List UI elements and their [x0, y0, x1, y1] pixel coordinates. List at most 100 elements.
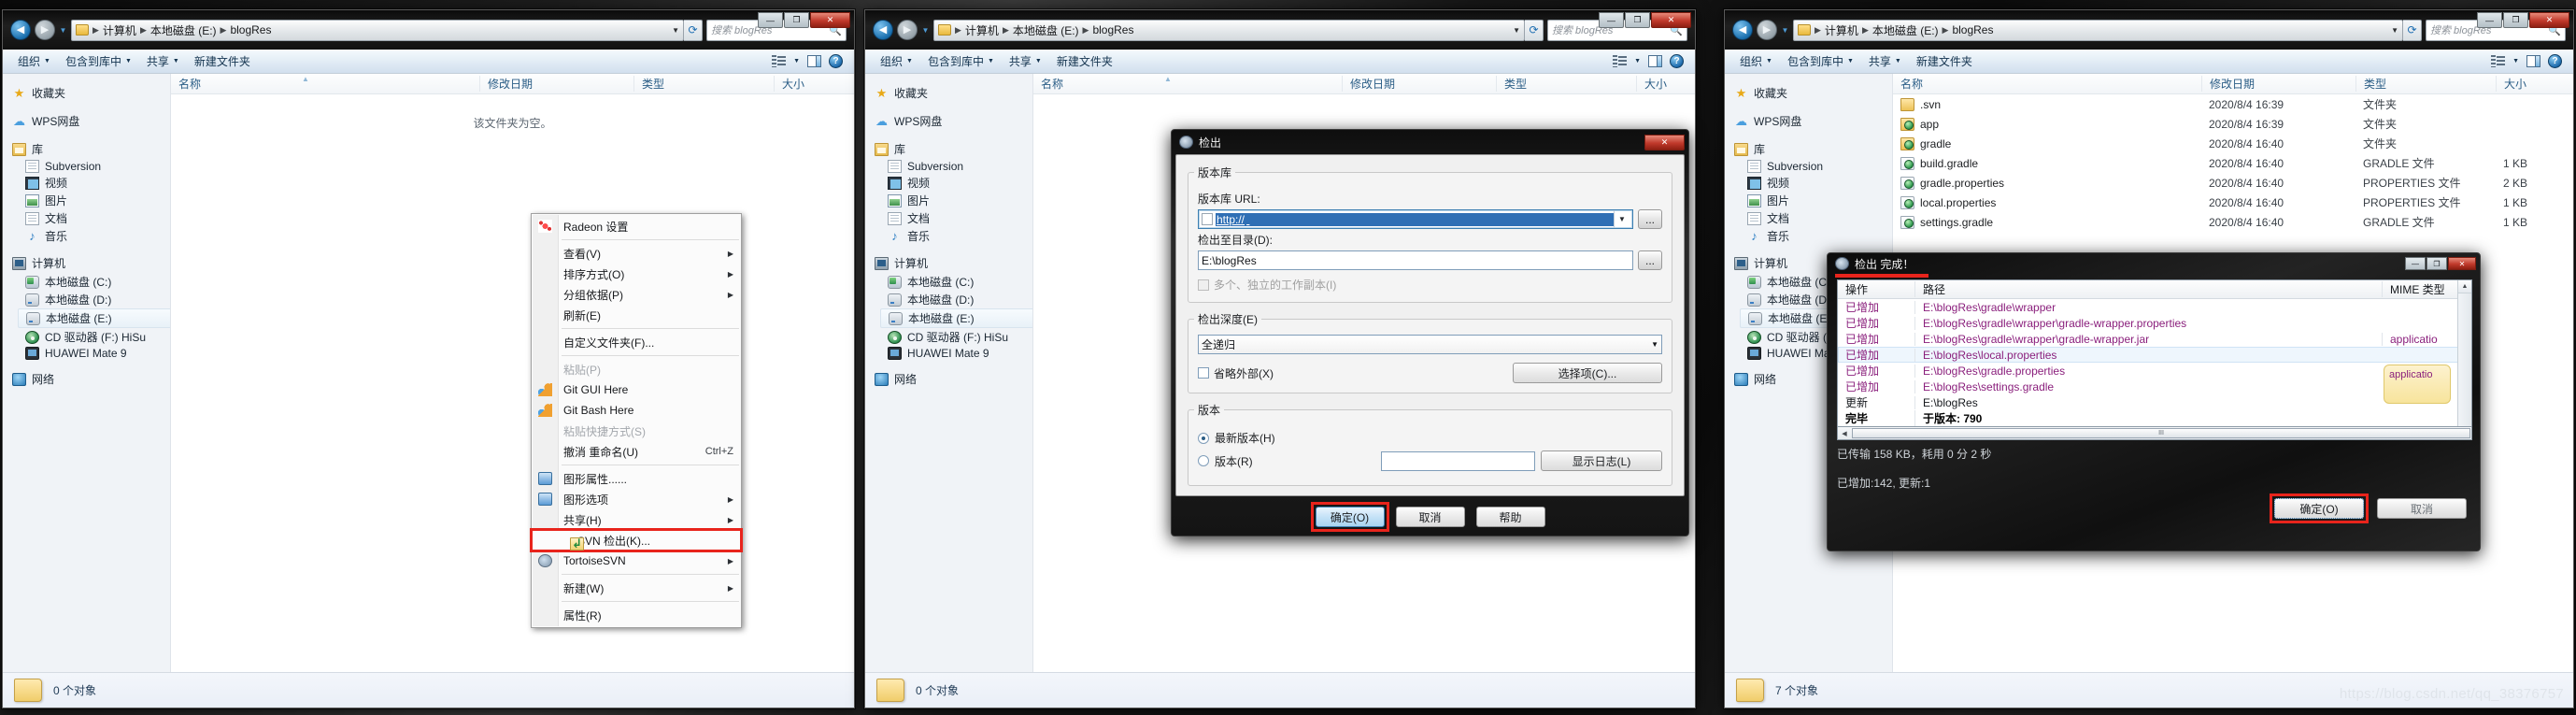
sidebar-item-drive-d[interactable]: 本地磁盘 (D:) — [12, 291, 170, 308]
forward-button[interactable]: ▶ — [1757, 20, 1777, 40]
recent-pages-icon[interactable]: ▼ — [1781, 26, 1789, 35]
maximize-button[interactable]: ❐ — [784, 12, 809, 28]
sidebar-item-videos[interactable]: 视频 — [12, 174, 170, 192]
sidebar-item-library[interactable]: 库 — [875, 139, 1032, 159]
log-row[interactable]: 已增加 E:\blogRes\settings.gradle — [1838, 379, 2471, 394]
sidebar-item-subversion[interactable]: Subversion — [1734, 159, 1892, 174]
sidebar-item-library[interactable]: 库 — [1734, 139, 1892, 159]
breadcrumb-item-1[interactable]: 本地磁盘 (E:) — [1872, 22, 1939, 38]
new-folder-button[interactable]: 新建文件夹 — [1049, 53, 1120, 69]
chevron-down-icon[interactable]: ▼ — [2391, 26, 2398, 35]
log-row[interactable]: 已增加 E:\blogRes\gradle.properties — [1838, 363, 2471, 379]
recent-pages-icon[interactable]: ▼ — [59, 26, 67, 35]
sidebar-item-drive-e[interactable]: 本地磁盘 (E:) — [18, 308, 170, 328]
horizontal-scrollbar[interactable]: ◀ III — [1837, 427, 2472, 440]
chevron-down-icon[interactable]: ▼ — [1634, 58, 1641, 64]
breadcrumb-item-1[interactable]: 本地磁盘 (E:) — [150, 22, 217, 38]
table-row[interactable]: .svn 2020/8/4 16:39 文件夹 — [1893, 94, 2573, 114]
breadcrumb-item-1[interactable]: 本地磁盘 (E:) — [1013, 22, 1079, 38]
table-row[interactable]: gradle 2020/8/4 16:40 文件夹 — [1893, 134, 2573, 153]
sidebar-item-music[interactable]: ♪ 音乐 — [12, 227, 170, 245]
scrollbar-thumb[interactable]: III — [1852, 428, 2470, 438]
close-button[interactable]: ✕ — [1651, 12, 1691, 28]
sidebar-item-computer[interactable]: 计算机 — [12, 253, 170, 273]
refresh-icon[interactable]: ⟳ — [2403, 19, 2422, 41]
menu-item-git-gui-here[interactable]: Git GUI Here — [532, 379, 741, 400]
sidebar-item-documents[interactable]: 文档 — [875, 209, 1032, 227]
log-row[interactable]: 已增加 E:\blogRes\gradle\wrapper — [1838, 299, 2471, 315]
forward-button[interactable]: ▶ — [897, 20, 918, 40]
browse-target-button[interactable]: ... — [1638, 250, 1662, 270]
organize-button[interactable]: 组织 ▼ — [10, 53, 58, 69]
menu-item-properties[interactable]: 属性(R) — [532, 605, 741, 625]
breadcrumb[interactable]: ▶ 计算机 ▶ 本地磁盘 (E:) ▶ blogRes ▼ — [933, 19, 1525, 41]
column-header-size[interactable]: 大小 — [774, 76, 854, 92]
log-row[interactable]: 已增加 E:\blogRes\local.properties — [1838, 347, 2471, 363]
column-header-size[interactable]: 大小 — [2496, 76, 2573, 92]
sidebar-item-music[interactable]: ♪ 音乐 — [1734, 227, 1892, 245]
ok-button[interactable]: 确定(O) — [1315, 507, 1385, 527]
sidebar-item-videos[interactable]: 视频 — [875, 174, 1032, 192]
sidebar-item-wps[interactable]: ☁ WPS网盘 — [12, 111, 170, 131]
maximize-button[interactable]: ❐ — [1625, 12, 1650, 28]
preview-pane-icon[interactable] — [2526, 55, 2540, 67]
back-button[interactable]: ◀ — [10, 20, 31, 40]
scroll-up-button[interactable]: ▲ — [2458, 280, 2471, 293]
help-button[interactable]: 帮助 — [1475, 507, 1545, 527]
breadcrumb[interactable]: ▶ 计算机 ▶ 本地磁盘 (E:) ▶ blogRes ▼ — [1793, 19, 2403, 41]
omit-externals-checkbox[interactable] — [1198, 367, 1209, 379]
choose-items-button[interactable]: 选择项(C)... — [1513, 363, 1662, 383]
sidebar-item-drive-c[interactable]: 本地磁盘 (C:) — [12, 273, 170, 291]
menu-item-sort-by[interactable]: 排序方式(O) ▶ — [532, 264, 741, 284]
column-header-name[interactable]: 名称 ▲ — [171, 75, 479, 92]
breadcrumb[interactable]: ▶ 计算机 ▶ 本地磁盘 (E:) ▶ blogRes ▼ — [71, 19, 684, 41]
sidebar-item-drive-e[interactable]: 本地磁盘 (E:) — [880, 308, 1032, 328]
share-button[interactable]: 共享 ▼ — [1861, 53, 1909, 69]
change-view-icon[interactable] — [1613, 55, 1628, 67]
column-header-size[interactable]: 大小 — [1636, 76, 1695, 92]
cancel-button[interactable]: 取消 — [2377, 498, 2467, 519]
back-button[interactable]: ◀ — [873, 20, 893, 40]
column-header-name[interactable]: 名称 — [1893, 76, 2201, 92]
preview-pane-icon[interactable] — [1648, 55, 1662, 67]
sidebar-item-favorites[interactable]: ★ 收藏夹 — [12, 83, 170, 103]
target-dir-input[interactable]: E:\blogRes — [1198, 250, 1633, 270]
scroll-left-button[interactable]: ◀ — [1838, 430, 1851, 437]
menu-item-customize-folder[interactable]: 自定义文件夹(F)... — [532, 332, 741, 352]
column-header-type[interactable]: 类型 — [2355, 76, 2496, 92]
file-list-1[interactable]: 名称 ▲ 修改日期 类型 大小 该文件夹为空。 — [171, 74, 854, 672]
include-in-library-button[interactable]: 包含到库中 ▼ — [58, 53, 139, 69]
table-row[interactable]: build.gradle 2020/8/4 16:40 GRADLE 文件 1 … — [1893, 153, 2573, 173]
table-row[interactable]: local.properties 2020/8/4 16:40 PROPERTI… — [1893, 193, 2573, 212]
share-button[interactable]: 共享 ▼ — [139, 53, 187, 69]
change-view-icon[interactable] — [772, 55, 787, 67]
sidebar-item-favorites[interactable]: ★ 收藏夹 — [1734, 83, 1892, 103]
close-button[interactable]: ✕ — [2448, 257, 2476, 270]
menu-item-graphics-options[interactable]: 图形选项 ▶ — [532, 489, 741, 509]
menu-item-tortoisesvn[interactable]: TortoiseSVN ▶ — [532, 551, 741, 571]
back-button[interactable]: ◀ — [1732, 20, 1753, 40]
log-row[interactable]: 已增加 E:\blogRes\gradle\wrapper\gradle-wra… — [1838, 331, 2471, 347]
new-folder-button[interactable]: 新建文件夹 — [187, 53, 258, 69]
sidebar-item-documents[interactable]: 文档 — [12, 209, 170, 227]
sidebar-item-network[interactable]: 网络 — [875, 369, 1032, 389]
sidebar-item-phone[interactable]: HUAWEI Mate 9 — [12, 346, 170, 361]
menu-item-refresh[interactable]: 刷新(E) — [532, 305, 741, 325]
minimize-button[interactable]: — — [2405, 257, 2426, 270]
close-button[interactable]: ✕ — [2529, 12, 2569, 28]
sidebar-item-pictures[interactable]: 图片 — [12, 192, 170, 209]
head-revision-row[interactable]: 最新版本(H) — [1198, 430, 1662, 446]
include-in-library-button[interactable]: 包含到库中 ▼ — [920, 53, 1002, 69]
breadcrumb-item-0[interactable]: 计算机 — [103, 22, 136, 38]
table-row[interactable]: settings.gradle 2020/8/4 16:40 GRADLE 文件… — [1893, 212, 2573, 232]
maximize-button[interactable]: ❐ — [2427, 257, 2447, 270]
table-row[interactable]: app 2020/8/4 16:39 文件夹 — [1893, 114, 2573, 134]
show-log-button[interactable]: 显示日志(L) — [1541, 450, 1662, 471]
breadcrumb-item-2[interactable]: blogRes — [1092, 23, 1133, 36]
organize-button[interactable]: 组织 ▼ — [873, 53, 920, 69]
sidebar-item-drive-c[interactable]: 本地磁盘 (C:) — [875, 273, 1032, 291]
sidebar-item-network[interactable]: 网络 — [12, 369, 170, 389]
column-header-action[interactable]: 操作 — [1838, 281, 1914, 297]
column-header-date[interactable]: 修改日期 — [479, 76, 633, 92]
chevron-down-icon[interactable]: ▼ — [793, 58, 800, 64]
